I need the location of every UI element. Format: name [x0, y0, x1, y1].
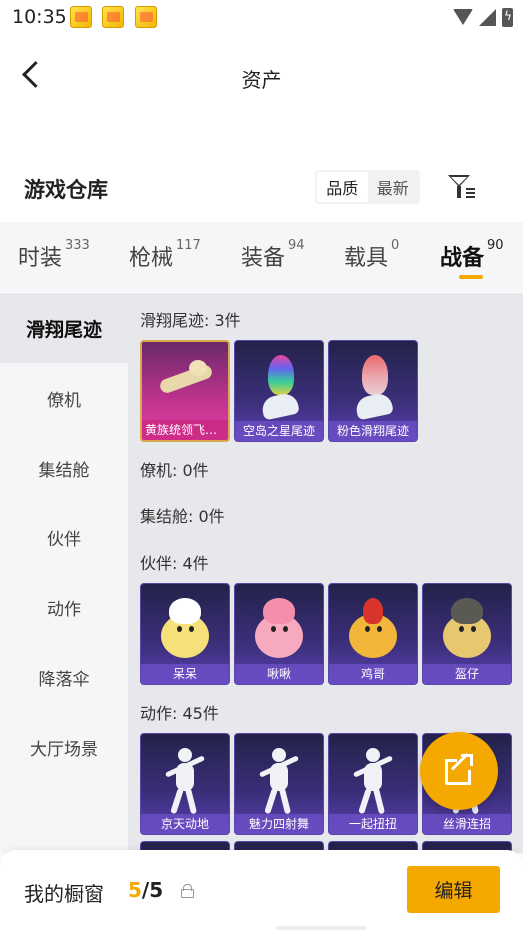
warehouse-title: 游戏仓库: [24, 178, 108, 202]
dancer-image: [254, 748, 304, 816]
pink-trail-image: [348, 355, 398, 425]
header: 资产: [0, 40, 523, 112]
item-name: 粉色滑翔尾迹: [329, 421, 417, 441]
helmet-pet-image: [437, 598, 497, 662]
sidebar-item-lobby-scene[interactable]: 大厅场景: [0, 712, 128, 782]
item-name: 魅力四射舞: [235, 814, 323, 834]
sidebar-item-partner[interactable]: 伙伴: [0, 502, 128, 572]
item-card[interactable]: 鸡哥: [328, 583, 418, 685]
home-indicator: [276, 926, 366, 930]
sidebar-item-parachute[interactable]: 降落伞: [0, 642, 128, 712]
game-app-icon: [102, 6, 124, 28]
item-card[interactable]: 黄族统领飞行...: [140, 340, 230, 442]
tab-equipment[interactable]: 装备94: [241, 238, 305, 272]
item-name: 黄族统领飞行...: [142, 420, 228, 440]
tab-vehicles[interactable]: 载具0: [344, 238, 400, 272]
group-label-assembly-pod: 集结舱: 0件: [140, 507, 225, 526]
item-card[interactable]: 啾啾: [234, 583, 324, 685]
page-title: 资产: [241, 68, 282, 92]
signal-icon: [479, 8, 496, 26]
category-tabs: 时装333 枪械117 装备94 载具0 战备90: [0, 222, 523, 292]
group-label-partner: 伙伴: 4件: [140, 554, 209, 573]
chicken-pet-image: [343, 598, 403, 662]
item-name: 鸡哥: [329, 664, 417, 684]
item-card[interactable]: 京天动地: [140, 733, 230, 835]
sort-option-quality[interactable]: 品质: [317, 172, 368, 202]
item-card[interactable]: 粉色滑翔尾迹: [328, 340, 418, 442]
item-name: 一起扭扭: [329, 814, 417, 834]
showcase-count: 5/5: [128, 878, 164, 902]
tab-combat-supplies[interactable]: 战备90: [440, 238, 504, 272]
battery-charging-icon: [502, 7, 513, 27]
sidebar-item-wingman[interactable]: 僚机: [0, 363, 128, 433]
status-bar: 10:35: [0, 0, 523, 36]
item-card[interactable]: 盔仔: [422, 583, 512, 685]
item-card[interactable]: 呆呆: [140, 583, 230, 685]
active-tab-indicator: [459, 275, 483, 279]
game-app-icon: [70, 6, 92, 28]
group-label-emote: 动作: 45件: [140, 704, 219, 723]
item-card[interactable]: 一起扭扭: [328, 733, 418, 835]
sidebar-item-glide-trail[interactable]: 滑翔尾迹: [0, 293, 128, 363]
item-name: 京天动地: [141, 814, 229, 834]
pink-pet-image: [249, 598, 309, 662]
item-name: 呆呆: [141, 664, 229, 684]
group-label-glide-trail: 滑翔尾迹: 3件: [140, 311, 241, 330]
item-name: 盔仔: [423, 664, 511, 684]
group-label-wingman: 僚机: 0件: [140, 461, 209, 480]
sort-toggle: 品质 最新: [315, 170, 420, 204]
edit-button[interactable]: 编辑: [407, 866, 500, 913]
showcase-bar: 我的橱窗 5/5 编辑: [0, 850, 523, 930]
item-card[interactable]: 空岛之星尾迹: [234, 340, 324, 442]
sidebar-item-emote[interactable]: 动作: [0, 572, 128, 642]
wifi-icon: [453, 9, 473, 25]
item-name: 啾啾: [235, 664, 323, 684]
sidebar-item-assembly-pod[interactable]: 集结舱: [0, 433, 128, 503]
sidebar: 滑翔尾迹 僚机 集结舱 伙伴 动作 降落伞 大厅场景: [0, 293, 128, 853]
filter-icon[interactable]: [447, 172, 477, 202]
tab-count: 0: [391, 238, 400, 253]
share-button[interactable]: [420, 732, 498, 810]
lock-icon[interactable]: [181, 884, 194, 898]
tab-guns[interactable]: 枪械117: [129, 238, 201, 272]
tab-count: 94: [288, 238, 305, 253]
game-app-icon: [135, 6, 157, 28]
dancer-image: [348, 748, 398, 816]
dragon-trail-image: [153, 356, 217, 406]
status-time: 10:35: [12, 6, 67, 28]
item-name: 空岛之星尾迹: [235, 421, 323, 441]
system-icons: [453, 6, 513, 28]
item-name: 丝滑连招: [423, 814, 511, 834]
tab-count: 333: [65, 238, 90, 253]
chick-pet-image: [155, 598, 215, 662]
rainbow-trail-image: [254, 355, 304, 425]
item-card[interactable]: 魅力四射舞: [234, 733, 324, 835]
tab-fashion[interactable]: 时装333: [18, 238, 90, 272]
sort-option-latest[interactable]: 最新: [368, 172, 419, 202]
showcase-label: 我的橱窗: [24, 882, 104, 906]
tab-count: 90: [487, 238, 504, 253]
dancer-image: [160, 748, 210, 816]
tab-count: 117: [176, 238, 201, 253]
